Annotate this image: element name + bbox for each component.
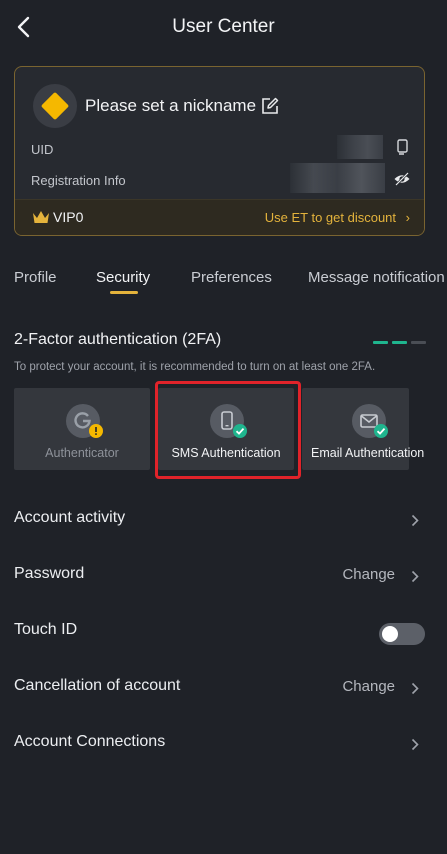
twofa-description: To protect your account, it is recommend… [14, 361, 376, 373]
check-icon [374, 424, 388, 438]
account-connections-label: Account Connections [14, 733, 166, 750]
cancellation-label: Cancellation of account [14, 677, 181, 694]
chevron-right-icon [411, 514, 419, 527]
edit-icon[interactable] [261, 97, 279, 115]
eye-hidden-icon[interactable] [393, 171, 411, 187]
chevron-right-icon [411, 682, 419, 695]
vip-discount-label: Use ET to get discount [264, 210, 397, 225]
account-activity-row[interactable]: Account activity [0, 492, 447, 548]
active-tab-indicator [110, 291, 138, 294]
vip-discount-link[interactable]: Use ET to get discount › [265, 210, 410, 225]
vip-level: VIP0 [53, 209, 84, 225]
cancellation-change-link[interactable]: Change [342, 678, 395, 695]
header: User Center [0, 0, 447, 56]
uid-label: UID [31, 142, 54, 157]
twofa-title: 2-Factor authentication (2FA) [14, 331, 222, 348]
warning-icon [89, 424, 103, 438]
touch-id-label: Touch ID [14, 621, 78, 638]
email-authentication-card[interactable]: Email Authentication [302, 388, 424, 470]
tab-security[interactable]: Security [96, 269, 150, 286]
cancellation-row[interactable]: Cancellation of account Change [0, 660, 447, 716]
authenticator-card[interactable]: Authenticator [14, 388, 150, 470]
avatar[interactable] [33, 84, 77, 128]
chevron-right-icon [411, 738, 419, 751]
tab-profile[interactable]: Profile [14, 269, 57, 286]
account-connections-row[interactable]: Account Connections [0, 716, 447, 772]
authenticator-label: Authenticator [45, 446, 119, 460]
email-authentication-label: Email Authentication [311, 446, 425, 460]
chevron-right-icon [411, 570, 419, 583]
password-row[interactable]: Password Change [0, 548, 447, 604]
touch-id-row: Touch ID [0, 604, 447, 660]
uid-value-redacted [337, 135, 383, 159]
touch-id-toggle[interactable] [379, 623, 425, 645]
vip-bar: VIP0 Use ET to get discount › [15, 199, 424, 235]
account-activity-label: Account activity [14, 509, 126, 526]
user-card: Please set a nickname UID Registration I… [14, 66, 425, 236]
nickname-text[interactable]: Please set a nickname [85, 96, 256, 116]
password-change-link[interactable]: Change [342, 566, 395, 583]
registration-info-label: Registration Info [31, 173, 126, 188]
tab-preferences[interactable]: Preferences [191, 269, 272, 286]
twofa-progress [373, 341, 427, 344]
tab-bar: Profile Security Preferences Message not… [0, 260, 447, 300]
tab-message-notification[interactable]: Message notification [308, 269, 445, 286]
password-label: Password [14, 565, 85, 582]
sms-highlight-box [155, 381, 301, 479]
registration-info-redacted [290, 163, 385, 193]
page-title: User Center [172, 16, 275, 37]
copy-icon[interactable] [395, 139, 409, 155]
crown-icon [33, 211, 49, 223]
chevron-right-icon: › [405, 210, 410, 225]
